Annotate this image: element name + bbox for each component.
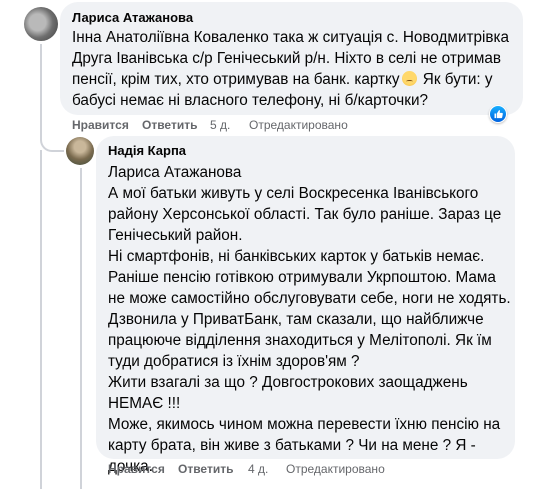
avatar[interactable] (66, 137, 94, 165)
timestamp[interactable]: 4 д. (248, 462, 268, 476)
comment-text: Інна Анатоліївна Коваленко така ж ситуац… (72, 27, 522, 111)
comment-author[interactable]: Надія Карпа (108, 143, 186, 158)
comment-bubble: Лариса Атажанова Інна Анатоліївна Ковале… (60, 2, 523, 115)
timestamp[interactable]: 5 д. (210, 118, 230, 132)
avatar[interactable] (24, 7, 58, 41)
reply-link[interactable]: Ответить (178, 462, 233, 476)
edited-label: Отредактировано (286, 462, 385, 476)
comment-text: Лариса Атажанова А мої батьки живуть у с… (108, 164, 511, 475)
comment-bubble: Надія Карпа Лариса Атажанова А мої батьк… (96, 136, 515, 475)
reply-thread-line (80, 168, 82, 489)
like-link[interactable]: Нравится (108, 462, 165, 476)
like-icon (490, 106, 506, 122)
reply-link[interactable]: Ответить (142, 118, 197, 132)
reaction-badge[interactable] (489, 105, 507, 123)
like-link[interactable]: Нравится (72, 118, 129, 132)
thread-line (40, 150, 42, 489)
comment-author[interactable]: Лариса Атажанова (72, 10, 193, 25)
disappointed-face-emoji-icon (401, 71, 417, 86)
edited-label: Отредактировано (249, 118, 348, 132)
